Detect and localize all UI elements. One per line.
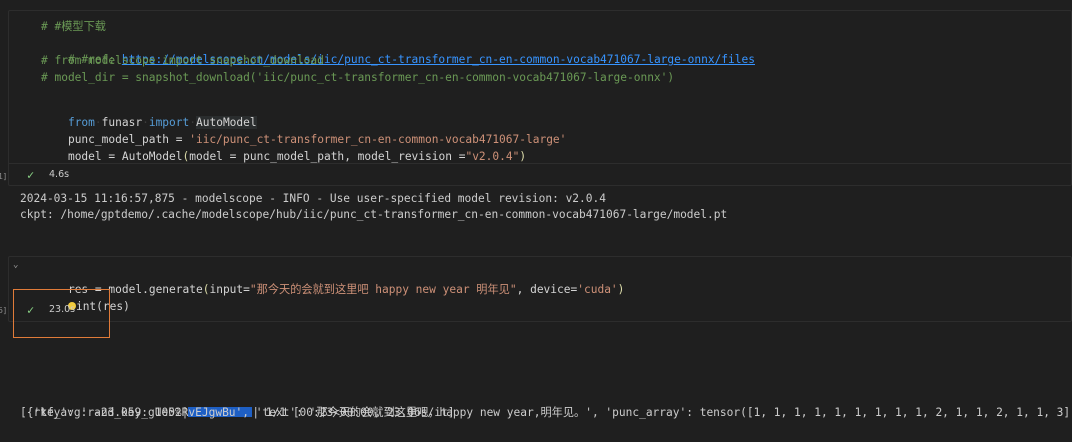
string-literal: 'cuda' (577, 283, 618, 296)
execution-time: 4.6s (49, 169, 70, 180)
arg-name: model (189, 150, 223, 163)
function-automodel: AutoModel (121, 150, 183, 163)
operator: = (222, 150, 244, 163)
import-line: from·funasr·import·AutoModel (67, 116, 257, 129)
code-cell-1[interactable]: # #模型下载 # #ref: https://modelscope.cn/mo… (8, 10, 1072, 186)
separator: , (516, 283, 531, 296)
string-literal: "v2.0.4" (465, 150, 520, 163)
method-generate: generate (148, 283, 203, 296)
code-comment-line: # #ref: https://modelscope.cn/models/iic… (41, 36, 755, 66)
execution-count: 5] (0, 306, 7, 315)
code-comment-line: # #模型下载 (41, 20, 106, 33)
operator: = (451, 150, 466, 163)
code-comment-line: # from modelscope import snapshot_downlo… (41, 54, 324, 67)
separator: , (344, 150, 358, 163)
progress-line: rtf_avg: -23.059: 100%| | 1/1 [00:23<00:0… (20, 389, 454, 419)
paren: ) (617, 283, 625, 296)
code-comment-line: # model_dir = snapshot_download('iic/pun… (41, 71, 675, 84)
code-cell-2[interactable]: ⌄ res = model.generate(input="那今天的会就到这里吧… (8, 256, 1072, 322)
paren: ) (519, 150, 527, 163)
string-literal: "那今天的会就到这里吧 happy new year 明年见" (249, 283, 517, 296)
output-log-line: 2024-03-15 11:16:57,875 - modelscope - I… (20, 192, 606, 205)
variable-model: model (67, 150, 102, 163)
operator: = (243, 283, 250, 296)
assign-model-line: model = AutoModel(model = punc_model_pat… (41, 133, 526, 163)
execution-count: 1] (0, 172, 7, 181)
chevron-down-icon[interactable]: ⌄ (13, 260, 18, 270)
arg-name: input (209, 283, 244, 296)
arg-name: model_revision (357, 150, 452, 163)
highlight-annotation-box (13, 289, 110, 338)
result-line: [{'key': 'rand_key_gUe52RvEJgwBu', 'text… (20, 406, 1072, 419)
operator: = (101, 150, 122, 163)
arg-name: device (530, 283, 571, 296)
output-ckpt-line: ckpt: /home/gptdemo/.cache/modelscope/hu… (20, 208, 728, 221)
generate-line: res = model.generate(input="那今天的会就到这里吧 h… (41, 266, 624, 296)
assign-path-line: punc_model_path = 'iic/punc_ct-transform… (41, 116, 566, 146)
cell-status-bar: ✓ 23.0s (9, 299, 1071, 321)
arg-value: punc_model_path (243, 150, 345, 163)
cell-status-bar: ✓ 4.6s (9, 163, 1071, 186)
success-check-icon: ✓ (27, 168, 35, 182)
dot: . (142, 283, 149, 296)
